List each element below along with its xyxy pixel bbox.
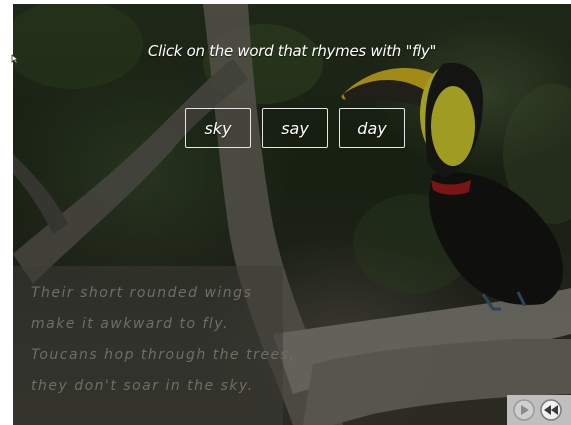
poem-panel: Their short rounded wings make it awkwar… (13, 266, 294, 425)
choice-button-say[interactable]: say (262, 108, 328, 148)
poem-line: Their short rounded wings (31, 285, 253, 301)
choice-button-day[interactable]: day (339, 108, 405, 148)
play-icon[interactable] (512, 399, 536, 421)
poem-line: Toucans hop through the trees, (31, 347, 296, 363)
playback-controls (507, 395, 571, 425)
rewind-icon[interactable] (539, 399, 563, 421)
mouse-cursor-icon (11, 54, 19, 64)
poem-line: they don't soar in the sky. (31, 378, 254, 394)
poem-line: make it awkward to fly. (31, 316, 229, 332)
question-prompt: Click on the word that rhymes with "fly" (147, 42, 437, 60)
answer-choices: sky say day (13, 108, 571, 148)
activity-stage: Click on the word that rhymes with "fly"… (13, 4, 571, 425)
choice-button-sky[interactable]: sky (185, 108, 251, 148)
